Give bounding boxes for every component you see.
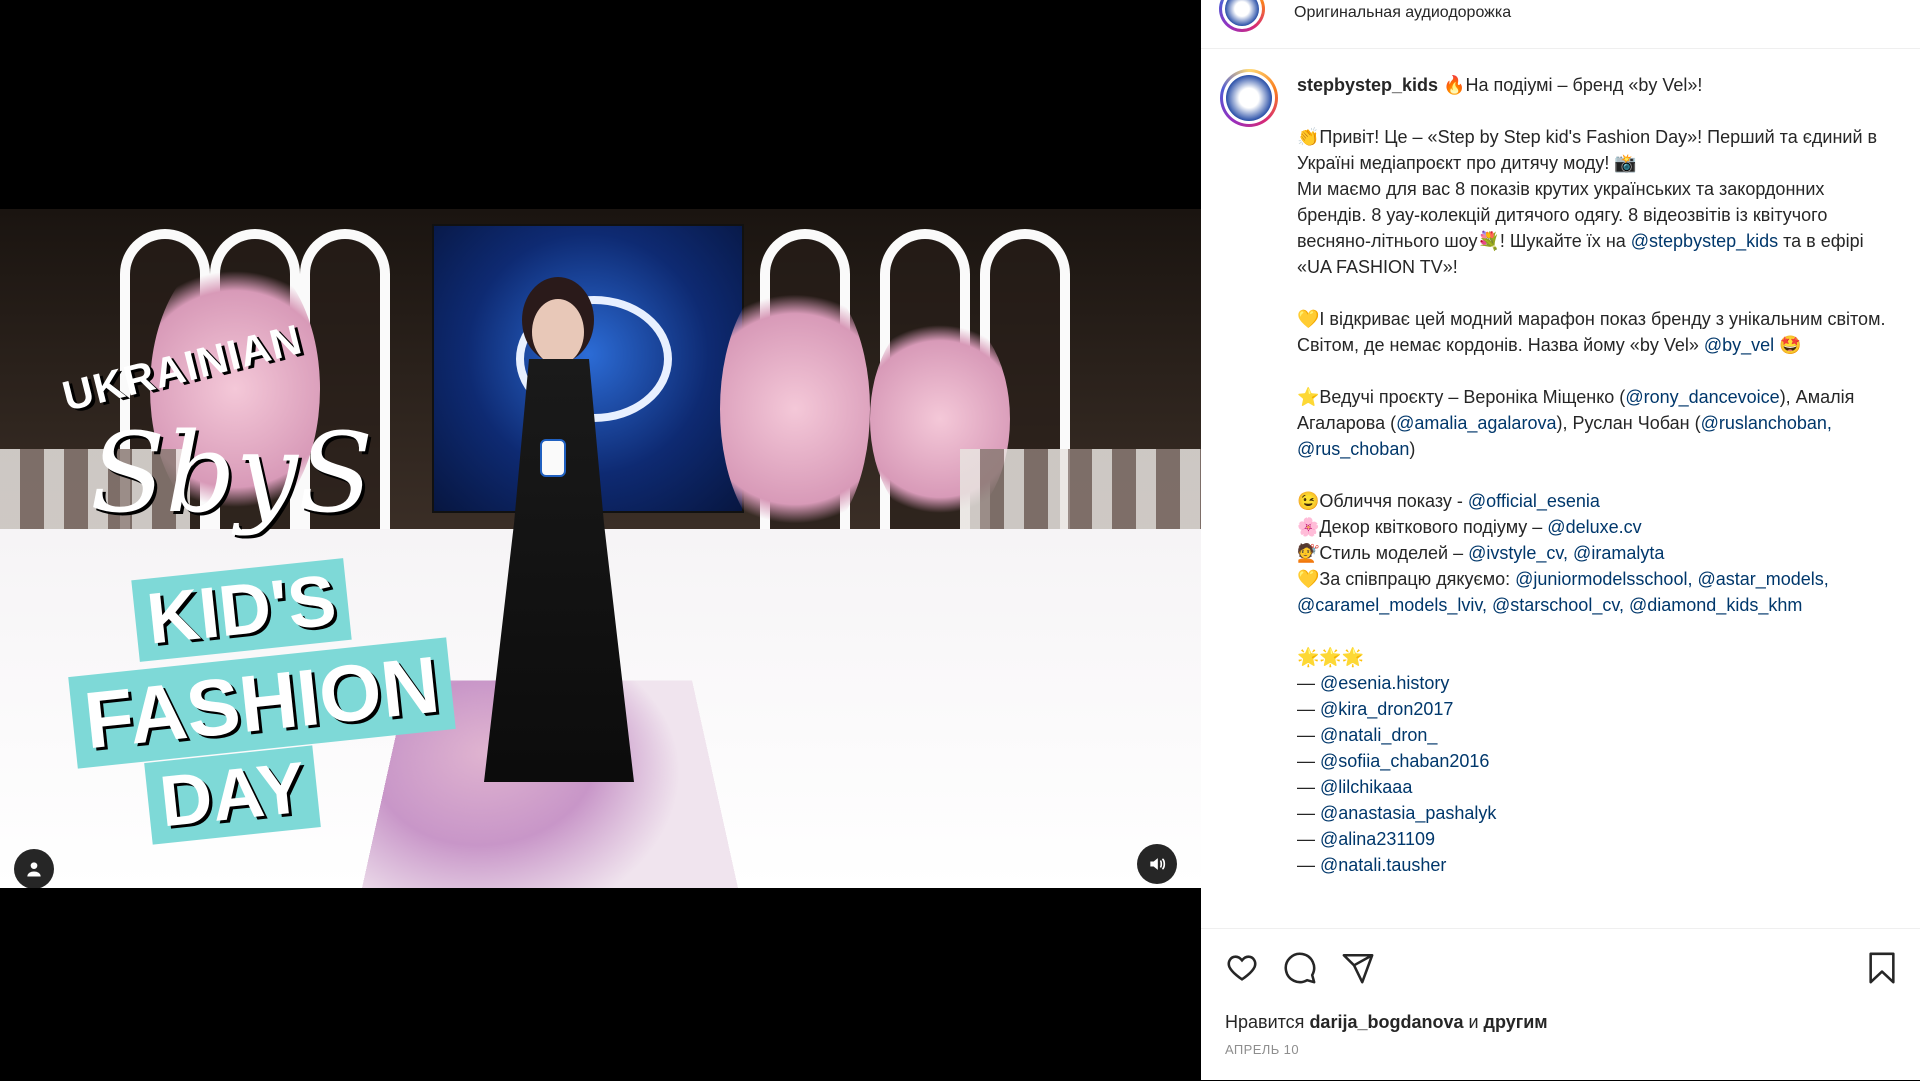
post-header: Оригинальная аудиодорожка [1201, 0, 1920, 49]
caption-line: 😉Обличчя показу - [1297, 491, 1468, 511]
speaker-icon [1150, 858, 1166, 870]
microphone [540, 439, 566, 477]
caption-text: stepbystep_kids 🔥На подіумі – бренд «by … [1297, 72, 1897, 878]
caption-line: ) [1409, 439, 1416, 459]
like-button[interactable] [1225, 951, 1261, 987]
mention-link[interactable]: @deluxe.cv [1547, 517, 1641, 537]
caption-line: 🌸Декор квіткового подіуму – [1297, 517, 1548, 537]
caption-line: — [1297, 777, 1321, 797]
caption-line: 🌟🌟🌟 [1297, 647, 1365, 667]
likes-middle: и [1463, 1012, 1484, 1032]
share-icon [1342, 953, 1374, 984]
likes-prefix: Нравится [1225, 1012, 1310, 1032]
likes-text: Нравится darija_bogdanova и другим [1225, 1012, 1548, 1033]
caption-line: — [1297, 673, 1321, 693]
media-area: UKRAINIAN SbyS KID'S FASHION DAY [0, 0, 1201, 1080]
presenter-dress [484, 359, 634, 782]
audio-label[interactable]: Оригинальная аудиодорожка [1294, 4, 1511, 22]
caption-line: ), Руслан Чобан ( [1556, 413, 1701, 433]
save-button[interactable] [1865, 951, 1901, 987]
mention-link[interactable]: @lilchikaaa [1320, 777, 1412, 797]
heart-icon [1227, 955, 1257, 981]
caption-line: — [1297, 725, 1321, 745]
presenter [470, 299, 640, 849]
comment-button[interactable] [1283, 951, 1319, 987]
user-icon [27, 862, 41, 877]
caption-line: 👏Привіт! Це – «Step by Step kid's Fashio… [1297, 127, 1878, 173]
post-panel: Оригинальная аудиодорожка stepbystep_kid… [1201, 0, 1920, 1080]
video-player[interactable]: UKRAINIAN SbyS KID'S FASHION DAY [0, 209, 1201, 888]
caption-line: 💇Стиль моделей – [1297, 543, 1469, 563]
mention-link[interactable]: @natali.tausher [1320, 855, 1446, 875]
mention-link[interactable]: @rony_dancevoice [1625, 387, 1779, 407]
mention-link[interactable]: @official_esenia [1468, 491, 1600, 511]
comment-icon [1284, 952, 1316, 984]
mention-link[interactable]: @stepbystep_kids [1631, 231, 1778, 251]
caption-line: — [1297, 803, 1321, 823]
caption-line: — [1297, 751, 1321, 771]
caption-line: — [1297, 829, 1321, 849]
overlay-sbys: SbyS [90, 409, 374, 537]
mention-link[interactable]: @kira_dron2017 [1320, 699, 1453, 719]
caption-line: — [1297, 855, 1321, 875]
action-bar: Нравится darija_bogdanova и другим АПРЕЛ… [1201, 928, 1920, 1081]
caption-line: — [1297, 699, 1321, 719]
mention-link[interactable]: @by_vel [1704, 335, 1774, 355]
likes-user-link[interactable]: darija_bogdanova [1309, 1012, 1463, 1032]
caption-avatar[interactable] [1220, 69, 1278, 127]
likes-others-link[interactable]: другим [1484, 1012, 1548, 1032]
bookmark-icon [1869, 952, 1895, 984]
caption-line: 🔥На подіумі – бренд «by Vel»! [1443, 75, 1703, 95]
share-button[interactable] [1341, 951, 1377, 987]
mention-link[interactable]: @amalia_agalarova [1396, 413, 1556, 433]
caption-line: 💛За співпрацю дякуємо: [1297, 569, 1516, 589]
tagged-users-button[interactable] [14, 849, 54, 888]
header-avatar[interactable] [1219, 0, 1265, 32]
mention-link[interactable]: @sofiia_chaban2016 [1320, 751, 1489, 771]
caption-username[interactable]: stepbystep_kids [1297, 75, 1438, 95]
mention-link[interactable]: @natali_dron_ [1320, 725, 1437, 745]
mention-link[interactable]: @anastasia_pashalyk [1320, 803, 1496, 823]
flower-decor [720, 269, 870, 549]
caption-line: 🤩 [1774, 335, 1802, 355]
mention-link[interactable]: @alina231109 [1320, 829, 1435, 849]
mention-link[interactable]: @ivstyle_cv, @iramalyta [1468, 543, 1664, 563]
mention-link[interactable]: @esenia.history [1320, 673, 1449, 693]
caption-scroll[interactable]: stepbystep_kids 🔥На подіумі – бренд «by … [1201, 48, 1920, 928]
mute-button[interactable] [1137, 844, 1177, 884]
presenter-head [532, 299, 584, 365]
caption-line: ⭐Ведучі проєкту – Вероніка Міщенко ( [1297, 387, 1626, 407]
post-date[interactable]: АПРЕЛЬ 10 [1225, 1042, 1299, 1057]
